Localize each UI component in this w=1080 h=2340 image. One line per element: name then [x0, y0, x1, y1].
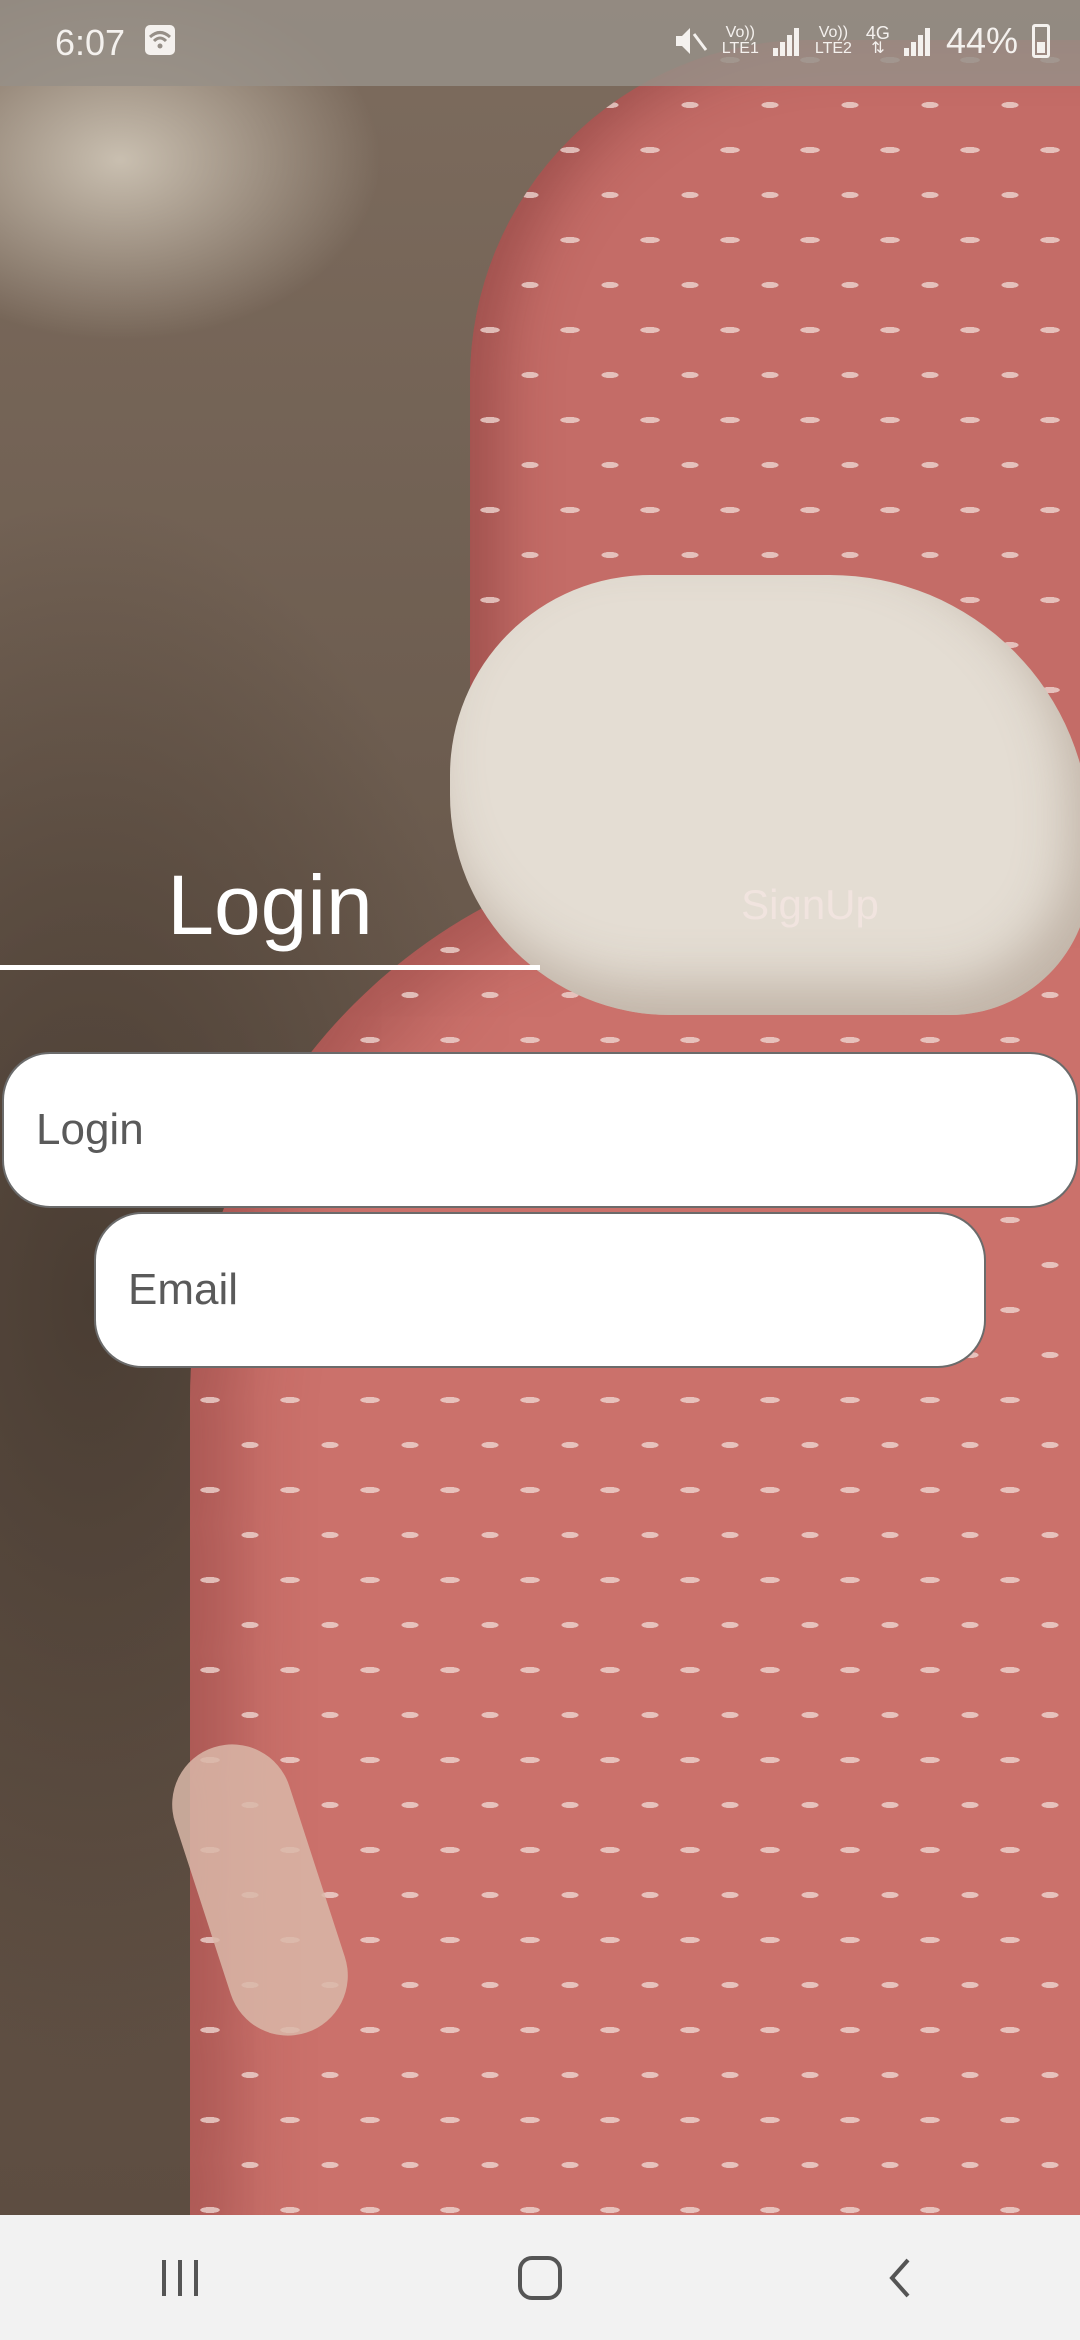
active-tab-indicator: [0, 965, 540, 970]
status-right-group: Vo)) LTE1 Vo)) LTE2 4G ⇅ 44%: [672, 20, 1050, 62]
home-button[interactable]: [495, 2233, 585, 2323]
tab-login[interactable]: Login: [0, 850, 540, 960]
status-time: 6:07: [55, 22, 126, 63]
battery-charging-icon: [1032, 24, 1050, 58]
signal-icon: [903, 26, 932, 56]
home-icon: [518, 2255, 562, 2300]
recent-apps-button[interactable]: [135, 2233, 225, 2323]
mute-icon: [675, 28, 707, 54]
network-type: 4G ⇅: [865, 23, 890, 57]
login-input[interactable]: [34, 1104, 1076, 1156]
back-icon: [889, 2258, 910, 2297]
login-field[interactable]: [2, 1052, 1078, 1208]
recent-apps-icon: [162, 2259, 198, 2296]
email-input[interactable]: [126, 1264, 984, 1316]
system-nav-bar: [0, 2215, 1080, 2340]
status-bar: 6:07 Vo)) LTE1 Vo)) LTE2 4G ⇅ 44%: [0, 0, 1080, 86]
email-field[interactable]: [94, 1212, 986, 1368]
battery-percent: 44%: [945, 20, 1018, 61]
tab-signup[interactable]: SignUp: [540, 870, 1080, 940]
sim2-indicator: Vo)) LTE2: [814, 24, 852, 57]
sim1-indicator: Vo)) LTE1: [721, 24, 759, 57]
wifi-icon: [145, 25, 175, 55]
signal-icon: [772, 26, 801, 56]
back-button[interactable]: [855, 2233, 945, 2323]
hand-on-belly: [450, 575, 1080, 1015]
